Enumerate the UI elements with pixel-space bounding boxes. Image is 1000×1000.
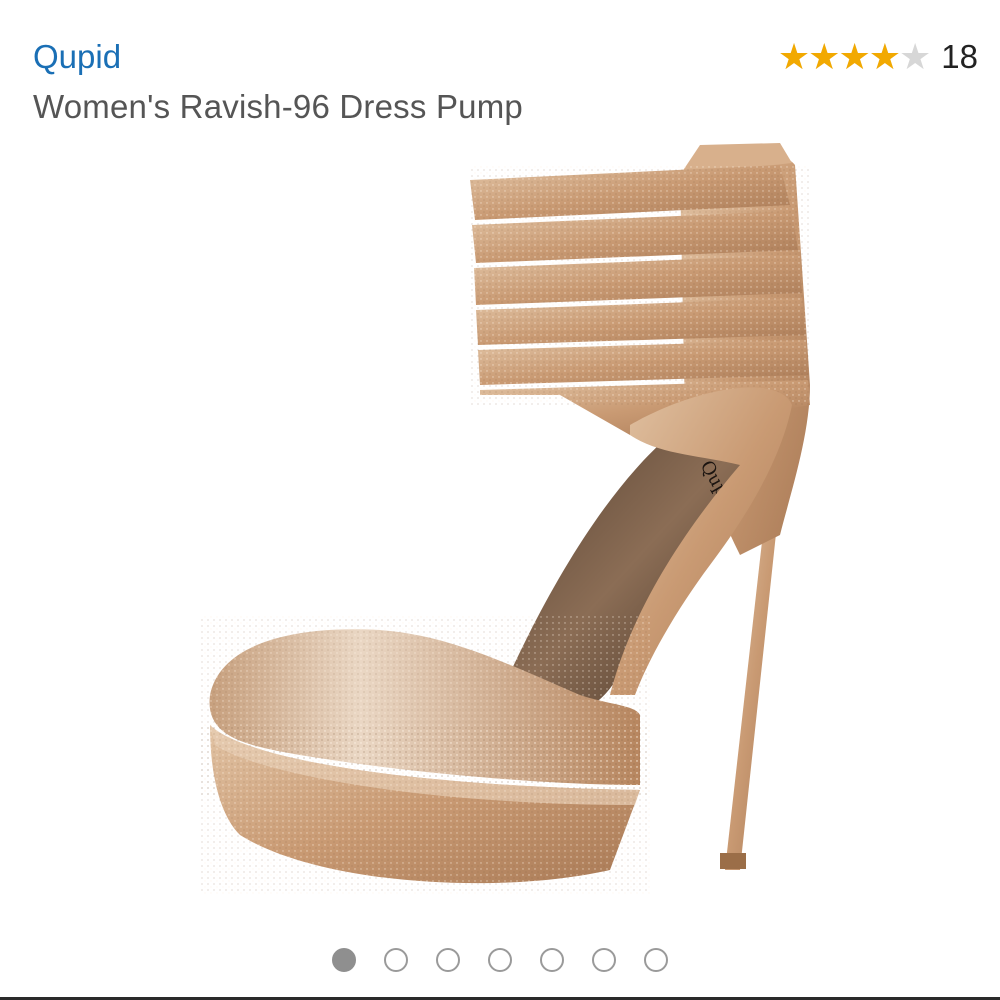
carousel-dot[interactable] — [644, 948, 668, 972]
rating-summary[interactable]: ★★★★★ ★★★★★ 18 — [778, 38, 978, 76]
carousel-dot[interactable] — [540, 948, 564, 972]
rating-count[interactable]: 18 — [941, 38, 978, 76]
image-carousel-dots — [0, 948, 1000, 972]
carousel-dot[interactable] — [592, 948, 616, 972]
carousel-dot[interactable] — [384, 948, 408, 972]
shoe-illustration: Qupid — [200, 143, 810, 895]
carousel-dot[interactable] — [488, 948, 512, 972]
product-image[interactable]: Qupid — [180, 135, 840, 915]
star-icon-filled: ★★★★★ — [777, 39, 899, 75]
product-title: Women's Ravish-96 Dress Pump — [33, 88, 523, 125]
star-rating: ★★★★★ ★★★★★ — [777, 39, 931, 75]
carousel-dot[interactable] — [436, 948, 460, 972]
product-page: Qupid ★★★★★ ★★★★★ 18 Women's Ravish-96 D… — [0, 0, 1000, 1000]
carousel-dot[interactable] — [332, 948, 356, 972]
brand-link[interactable]: Qupid — [33, 38, 121, 76]
